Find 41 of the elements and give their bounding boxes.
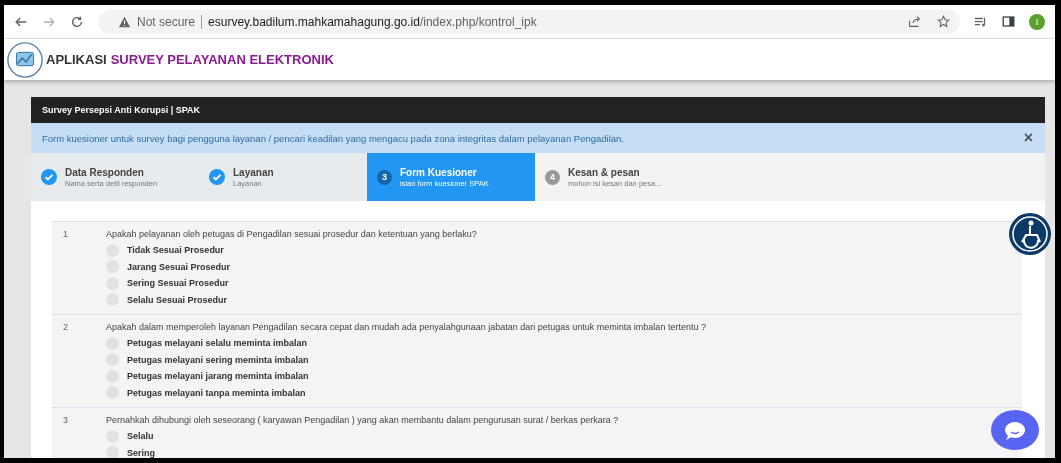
option-label[interactable]: Selalu Sesuai Prosedur [127, 294, 228, 305]
close-button[interactable]: × [1023, 130, 1033, 146]
step-title: Form Kuesioner [400, 166, 478, 178]
app-title-prefix: APLIKASI [46, 52, 107, 67]
option-label[interactable]: Petugas melayani tanpa meminta imbalan [127, 387, 306, 398]
option-label[interactable]: Selalu [127, 431, 154, 442]
radio-button[interactable] [106, 446, 119, 458]
question-number: 1 [63, 229, 69, 241]
address-bar[interactable]: Not secure esurvey.badilum.mahkamahagung.go.id/index.php/kontrol_ipk [98, 9, 960, 34]
step-title: Data Responden [65, 166, 145, 178]
question-text: Pernahkah dihubungi oleh seseorang ( karyawan Pengadilan ) yang akan membantu dalam pengurusan surat / berkas perkara ? [106, 415, 619, 425]
option-label[interactable]: Tidak Sesuai Prosedur [127, 245, 224, 256]
url-host: esurvey.badilum.mahkamahagung.go.id [208, 14, 420, 29]
alert-text: Form kuesioner untuk survey bagi pengguna layanan / pencari keadilan yang mengacu pada zona integritas dalam pelayanan Pengadilan. [42, 132, 625, 144]
question-number: 3 [63, 415, 69, 427]
star-icon[interactable] [937, 15, 950, 28]
accessibility-icon[interactable] [1008, 212, 1052, 256]
card-title: Survey Persepsi Anti Korupsi | SPAK [42, 105, 201, 115]
option-label[interactable]: Petugas melayani jarang meminta imbalan [127, 371, 309, 382]
side-panel-icon[interactable] [1002, 15, 1015, 28]
chat-icon[interactable] [991, 410, 1039, 450]
question-text: Apakah dalam memperoleh layanan Pengadilan secara cepat dan mudah ada penyalahgunaan jabatan dari petugas untuk meminta imbalan tertentu ? [106, 322, 706, 332]
check-icon [209, 169, 225, 185]
app-title: SURVEY PELAYANAN ELEKTRONIK [110, 52, 334, 67]
security-label: Not secure [137, 14, 196, 29]
warning-icon [118, 15, 131, 28]
option-label[interactable]: Petugas melayani sering meminta imbalan [127, 354, 309, 365]
step-number: 4 [545, 169, 560, 185]
url-path: /index.php/kontrol_ipk [419, 14, 537, 29]
step-title: Layanan [233, 166, 274, 178]
question-text: Apakah pelayanan oleh petugas di Pengadilan sesuai prosedur dan ketentuan yang berlaku? [106, 229, 477, 239]
share-icon[interactable] [908, 15, 921, 28]
option-label[interactable]: Petugas melayani selalu meminta imbalan [127, 338, 308, 349]
reload-icon[interactable] [70, 14, 84, 29]
option-label[interactable]: Jarang Sesuai Prosedur [127, 261, 231, 272]
step-number: 3 [377, 169, 392, 185]
check-icon [41, 169, 57, 185]
question-number: 2 [63, 322, 69, 334]
step-title: Kesan & pesan [568, 166, 641, 178]
option-label[interactable]: Sering Sesuai Prosedur [127, 278, 229, 289]
option-label[interactable]: Sering [127, 447, 155, 458]
